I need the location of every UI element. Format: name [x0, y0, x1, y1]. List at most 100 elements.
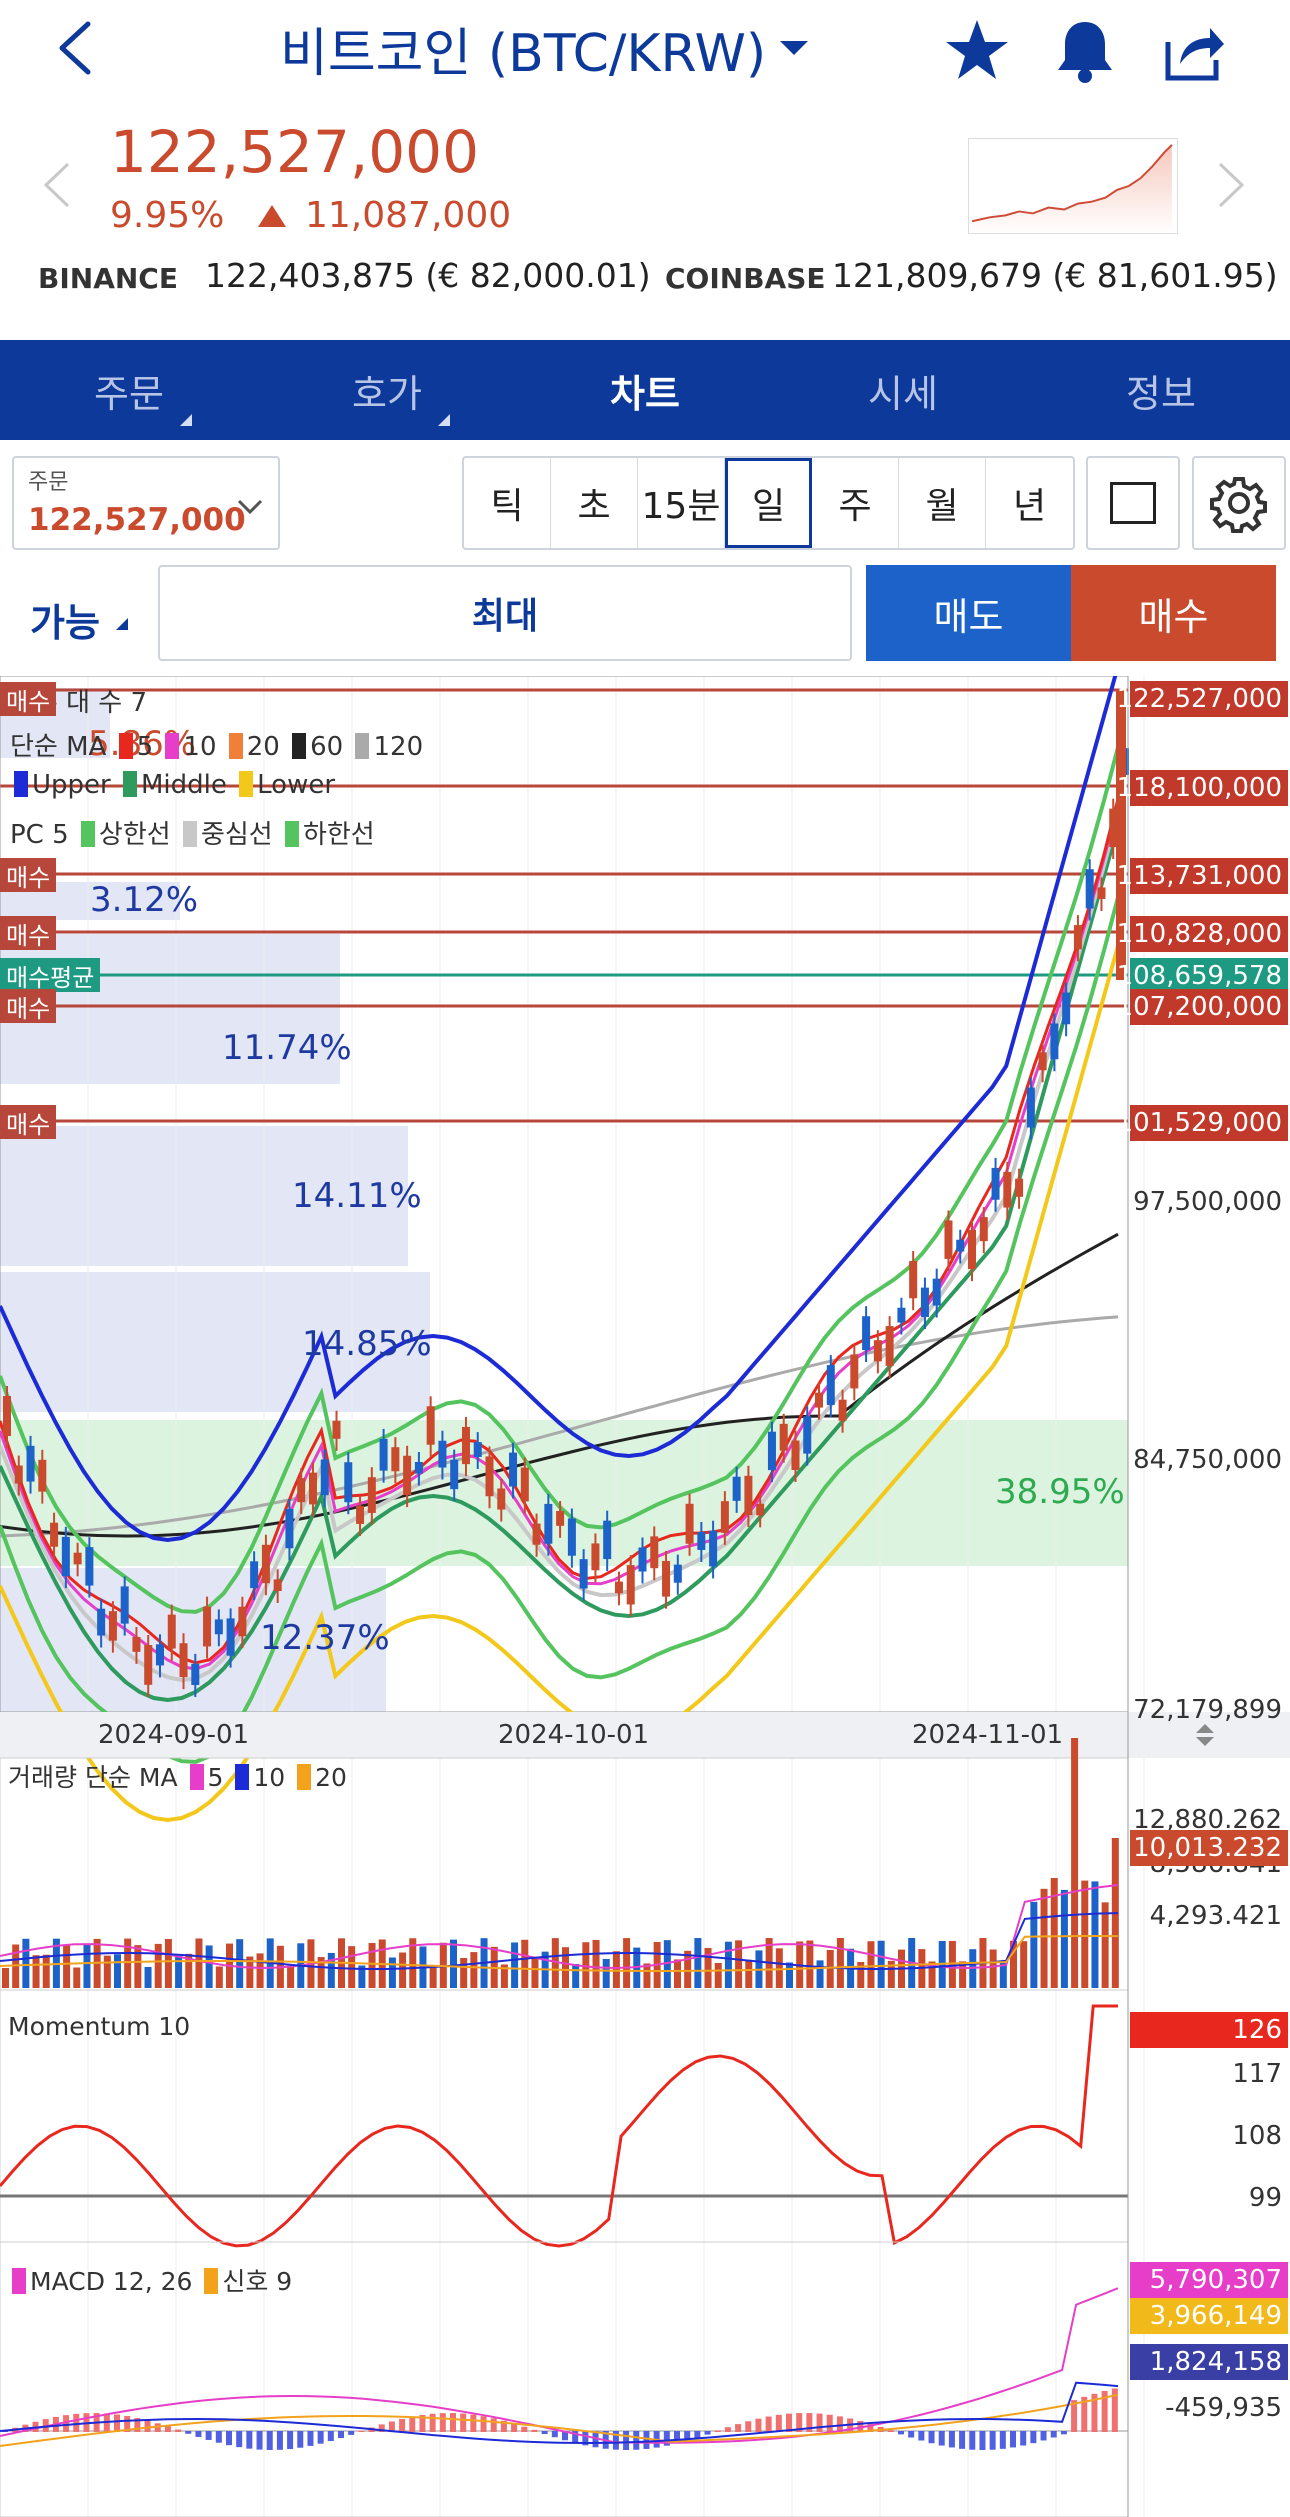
candle — [3, 1396, 11, 1436]
momentum-axis-label: 108 — [1232, 2121, 1282, 2151]
candle — [1026, 1087, 1035, 1128]
volume-bar — [836, 1938, 844, 1988]
volume-bar — [368, 1943, 376, 1988]
max-button[interactable]: 최대 — [158, 565, 852, 661]
macd-histogram-bar — [114, 2414, 120, 2432]
candle — [461, 1426, 470, 1465]
volume-bar — [215, 1966, 223, 1988]
ma120-label: 120 — [373, 732, 424, 762]
volume-bar — [2, 1968, 9, 1988]
volume-profile-label: 38.95% — [995, 1472, 1125, 1512]
macd-histogram-bar — [999, 2431, 1006, 2449]
macd-histogram-bar — [1050, 2431, 1057, 2438]
candle — [308, 1472, 317, 1505]
candle — [1015, 1178, 1024, 1197]
tab-info[interactable]: 정보 — [1032, 340, 1290, 440]
back-icon[interactable] — [50, 18, 110, 78]
candle — [238, 1606, 247, 1637]
volume-bar — [32, 1955, 40, 1988]
bell-icon[interactable] — [1050, 16, 1120, 86]
candle — [1085, 869, 1094, 909]
available-toggle[interactable]: 가능 — [30, 592, 100, 647]
ma120-swatch — [355, 733, 370, 759]
period-year[interactable]: 년 — [986, 458, 1073, 548]
chart-canvas[interactable] — [0, 676, 1290, 2517]
current-price: 122,527,000 — [110, 118, 479, 186]
volume-bar — [684, 1950, 692, 1988]
volume-bar — [1071, 1738, 1079, 1988]
volume-profile-label: 12.37% — [260, 1618, 390, 1658]
candle — [532, 1523, 541, 1545]
share-icon[interactable] — [1158, 16, 1228, 86]
candle — [367, 1477, 376, 1513]
candle — [414, 1461, 423, 1474]
macd-histogram-bar — [144, 2420, 151, 2432]
bb-upper-swatch — [14, 771, 28, 797]
volume-bar — [674, 1959, 681, 1988]
macd-histogram-bar — [226, 2431, 232, 2446]
tab-label: 호가 — [352, 371, 422, 416]
tab-orderbook[interactable]: 호가 — [258, 340, 516, 440]
volume-bar — [348, 1946, 356, 1988]
tab-quotes[interactable]: 시세 — [774, 340, 1032, 440]
macd-histogram-bar — [745, 2421, 752, 2432]
volume-bar — [806, 1940, 814, 1988]
sell-button[interactable]: 매도 — [866, 565, 1071, 661]
candle — [50, 1522, 59, 1547]
period-week[interactable]: 주 — [812, 458, 899, 548]
period-15min[interactable]: 15분 — [638, 458, 725, 548]
tab-label: 차트 — [610, 371, 680, 416]
buy-level-tag: 매수 — [0, 1105, 57, 1139]
macd-histogram-bar — [236, 2431, 243, 2448]
prev-arrow-icon[interactable] — [38, 160, 78, 210]
macd-histogram-bar — [164, 2426, 171, 2432]
volume-bar — [745, 1959, 753, 1988]
axis-resize-icon[interactable] — [1192, 1722, 1218, 1748]
order-price-selector[interactable]: 주문 122,527,000 — [12, 456, 280, 550]
volume-bar — [592, 1939, 600, 1988]
volume-profile-label: 14.11% — [292, 1176, 422, 1216]
buy-button[interactable]: 매수 — [1071, 565, 1276, 661]
next-arrow-icon[interactable] — [1210, 160, 1250, 210]
market-selector[interactable]: 비트코인 (BTC/KRW) — [280, 16, 809, 84]
macd-histogram-bar — [1060, 2431, 1067, 2435]
pc-legend-title: PC 5 — [10, 820, 69, 850]
period-second[interactable]: 초 — [551, 458, 638, 548]
candle — [603, 1520, 612, 1560]
macd-histogram-bar — [633, 2431, 640, 2450]
candle — [497, 1488, 506, 1510]
candle — [403, 1455, 412, 1496]
volume-bar — [327, 1952, 335, 1988]
momentum-axis-label: 126 — [1130, 2012, 1288, 2048]
volume-bar — [989, 1949, 997, 1988]
star-icon[interactable] — [942, 16, 1012, 86]
volume-bar — [144, 1966, 152, 1988]
period-month[interactable]: 월 — [899, 458, 986, 548]
volume-bar — [816, 1960, 824, 1988]
candle — [438, 1440, 447, 1468]
settings-button[interactable] — [1192, 456, 1286, 550]
period-day[interactable]: 일 — [725, 458, 812, 548]
tab-order[interactable]: 주문 — [0, 340, 258, 440]
period-tick[interactable]: 틱 — [464, 458, 551, 548]
chart-area[interactable]: 5.86% 3.12% 11.74% 14.11% 14.85% 38.95% … — [0, 676, 1290, 2517]
macd-histogram-bar — [317, 2431, 324, 2444]
candle — [920, 1287, 929, 1317]
gear-icon — [1210, 477, 1267, 533]
volume-bar — [134, 1945, 142, 1988]
macd-histogram-bar — [297, 2431, 304, 2448]
tab-chart[interactable]: 차트 — [516, 340, 774, 440]
candle — [285, 1508, 294, 1549]
candle — [509, 1452, 518, 1487]
vol-ma5-label: 5 — [207, 1763, 224, 1792]
candle — [226, 1618, 235, 1656]
exchange-name-coinbase: COINBASE — [665, 262, 826, 295]
ma5-swatch — [118, 733, 133, 759]
volume-bar — [63, 1944, 71, 1988]
fullscreen-button[interactable] — [1086, 456, 1180, 550]
candle — [709, 1530, 718, 1567]
volume-bar — [460, 1957, 468, 1988]
price-level-label: 118,100,000 — [1117, 770, 1288, 806]
macd-histogram-bar — [287, 2431, 294, 2450]
candle — [214, 1619, 223, 1635]
